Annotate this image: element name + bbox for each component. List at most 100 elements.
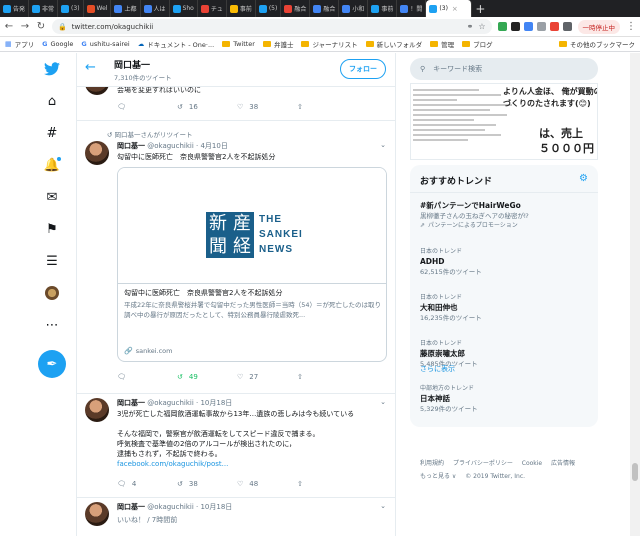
retweet-button[interactable]: ↺ 49 <box>177 373 237 381</box>
bookmark-google[interactable]: G Google <box>42 40 73 48</box>
search-input[interactable]: ⚲ キーワード検索 <box>410 58 598 80</box>
extension-icon[interactable] <box>562 22 572 31</box>
bookmark-apps[interactable]: ▦ アプリ <box>5 39 34 49</box>
folder-icon <box>301 41 310 47</box>
close-tab-icon[interactable]: × <box>452 5 458 13</box>
privacy-link[interactable]: プライバシーポリシー <box>453 460 513 467</box>
forward-icon[interactable]: → <box>20 21 30 32</box>
more-link[interactable]: もっと見る ∨ <box>420 473 456 480</box>
reply-button[interactable]: 🗨 <box>117 373 177 381</box>
promo-image[interactable]: よりん人金ほ、 俺が買動の づくりのたされます(😊) は、売上 ５０００円 <box>410 83 598 160</box>
gear-icon[interactable]: ⚙ <box>579 173 588 184</box>
page-scrollbar[interactable] <box>630 53 640 536</box>
extension-icon[interactable] <box>523 22 533 31</box>
share-button[interactable]: ⇧ <box>297 480 357 488</box>
retweet-button[interactable]: ↺ 16 <box>177 103 237 111</box>
tweet-link[interactable]: facebook.com/okaguchik/post... <box>117 459 387 469</box>
browser-tab[interactable]: Wel <box>84 0 112 17</box>
key-icon[interactable]: ⚭ <box>467 22 474 31</box>
browser-tab-active[interactable]: (3) × <box>426 0 473 17</box>
bookmark-folder-new[interactable]: 新しいフォルダ <box>365 39 422 49</box>
trend-item[interactable]: 日本のトレンド 大和田伸也 16,235件のツイート <box>420 293 590 323</box>
browser-tab[interactable]: 小和 <box>339 0 369 17</box>
scrollbar-thumb[interactable] <box>632 463 638 481</box>
browser-tab[interactable]: 融合 <box>281 0 311 17</box>
link-card[interactable]: 新 産 聞 経 THE SANKEI NEWS 勾留中に医師死亡 奈良県警警官2… <box>117 167 387 362</box>
chevron-down-icon[interactable]: ⌄ <box>380 141 386 149</box>
retweet-button[interactable]: ↺ 38 <box>177 480 237 488</box>
terms-link[interactable]: 利用規約 <box>420 460 444 467</box>
bookmark-ushitu[interactable]: Gushitu-sairei <box>81 40 129 48</box>
ads-info-link[interactable]: 広告情報 <box>551 460 575 467</box>
lists-icon[interactable]: ☰ <box>44 253 60 269</box>
bookmark-folder-admin[interactable]: 管理 <box>430 39 454 49</box>
cookie-link[interactable]: Cookie <box>522 460 542 467</box>
tab-favicon <box>61 4 70 13</box>
notifications-bell-icon[interactable]: 🔔 <box>44 156 62 173</box>
author-name[interactable]: 岡口基一 <box>117 142 145 150</box>
profile-avatar-icon[interactable] <box>44 285 60 301</box>
extension-icon[interactable] <box>510 22 520 31</box>
messages-envelope-icon[interactable]: ✉ <box>44 189 60 205</box>
bookmark-folder-twitter[interactable]: Twitter <box>222 40 255 48</box>
bookmark-folder-journalist[interactable]: ジャーナリスト <box>301 39 358 49</box>
bookmark-onedrive[interactable]: ☁ ドキュメント - One·... <box>138 39 214 49</box>
compose-tweet-button[interactable]: ✒ <box>38 350 66 378</box>
browser-tab[interactable]: (5) <box>256 0 282 17</box>
show-more-link[interactable]: さらに表示 <box>420 364 455 374</box>
follow-button[interactable]: フォロー <box>340 59 386 79</box>
like-button[interactable]: ♡ 27 <box>237 373 297 381</box>
tweet[interactable]: 岡口基一 @okaguchikii · 10月18日 ⌄ いいね！ / 7時間前 <box>77 498 395 536</box>
tweet[interactable]: 会場を変更すればいいのに 🗨 ↺ 16 ♡ 38 ⇧ <box>77 71 395 121</box>
browser-tab[interactable]: Sho <box>170 0 198 17</box>
explore-hashtag-icon[interactable]: # <box>44 125 60 141</box>
google-icon: G <box>42 40 48 48</box>
reply-button[interactable]: 🗨 <box>117 103 177 111</box>
avatar[interactable] <box>85 398 109 422</box>
bookmarks-icon[interactable]: ⚑ <box>44 221 60 237</box>
author-name[interactable]: 岡口基一 <box>117 503 145 511</box>
reload-icon[interactable]: ↻ <box>36 21 46 32</box>
more-circle-icon[interactable]: ⋯ <box>44 317 60 333</box>
menu-icon[interactable]: ⋮ <box>626 21 636 32</box>
chevron-down-icon[interactable]: ⌄ <box>380 398 386 406</box>
browser-tab[interactable]: 告発 <box>0 0 30 17</box>
share-button[interactable]: ⇧ <box>297 373 357 381</box>
browser-tab[interactable]: (3) <box>58 0 84 17</box>
trend-item-promoted[interactable]: #新パンテーンでHairWeGo 黒柳徹子さんの玉ねぎヘアの秘密が⁉ ⇗ パンテー… <box>420 200 590 231</box>
back-arrow-icon[interactable]: ← <box>85 60 96 75</box>
avatar[interactable] <box>85 502 109 526</box>
extension-icon[interactable] <box>497 22 507 31</box>
tweet[interactable]: 岡口基一 @okaguchikii · 10月18日 ⌄ 3児が死亡した福岡飲酒… <box>77 394 395 498</box>
like-button[interactable]: ♡ 48 <box>237 480 297 488</box>
avatar[interactable] <box>85 141 109 165</box>
like-button[interactable]: ♡ 38 <box>237 103 297 111</box>
tweet[interactable]: ↺ 岡口基一さんがリツイート 岡口基一 @okaguchikii · 4月10日… <box>77 121 395 394</box>
other-bookmarks[interactable]: その他のブックマーク <box>559 39 635 49</box>
back-icon[interactable]: ← <box>4 21 14 32</box>
author-name[interactable]: 岡口基一 <box>117 399 145 407</box>
browser-tab[interactable]: チュ <box>198 0 227 17</box>
browser-tab[interactable]: ！間 <box>397 0 427 17</box>
trend-item[interactable]: 中部地方のトレンド 日本神話 5,329件のツイート <box>420 384 590 414</box>
twitter-logo-icon[interactable] <box>44 61 60 77</box>
browser-tab[interactable]: 上都 <box>111 0 141 17</box>
chevron-down-icon[interactable]: ⌄ <box>380 502 386 510</box>
share-button[interactable]: ⇧ <box>297 103 357 111</box>
browser-tab[interactable]: 融合 <box>310 0 340 17</box>
browser-tab[interactable]: 事前 <box>368 0 398 17</box>
home-icon[interactable]: ⌂ <box>44 93 60 109</box>
profile-paused-button[interactable]: 一時停止中 <box>577 19 620 34</box>
trend-item[interactable]: 日本のトレンド ADHD 62,515件のツイート <box>420 247 590 277</box>
reply-button[interactable]: 🗨 4 <box>117 480 177 488</box>
bookmark-folder-lawyer[interactable]: 弁護士 <box>262 39 293 49</box>
bookmark-folder-blog[interactable]: ブログ <box>462 39 493 49</box>
browser-tab[interactable]: 人は <box>141 0 170 17</box>
bookmark-star-icon[interactable]: ☆ <box>478 22 485 31</box>
extension-icon[interactable] <box>549 22 559 31</box>
url-field[interactable]: 🔒 twitter.com/okaguchikii ⚭ ☆ <box>52 19 492 34</box>
new-tab-button[interactable]: + <box>472 0 488 17</box>
extension-icon[interactable] <box>536 22 546 31</box>
browser-tab[interactable]: 事前 <box>227 0 256 17</box>
browser-tab[interactable]: 非常 <box>29 0 59 17</box>
